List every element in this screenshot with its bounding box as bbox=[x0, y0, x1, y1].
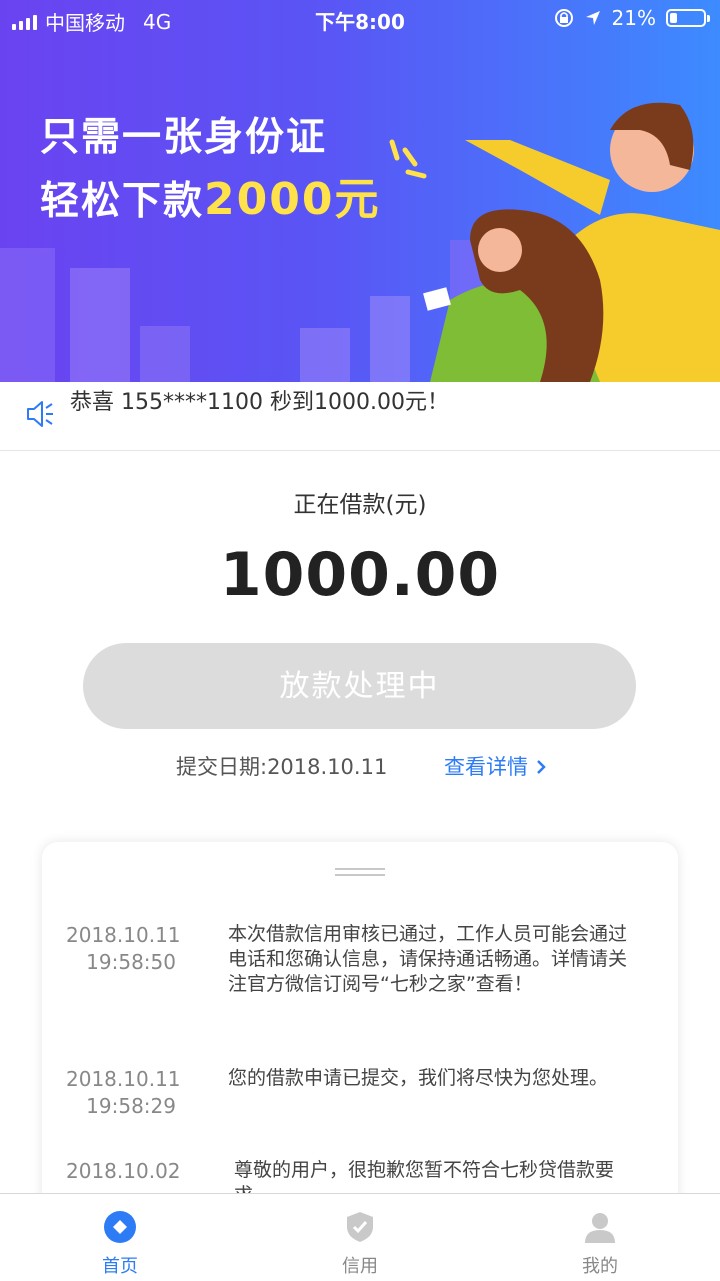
user-icon bbox=[585, 1213, 615, 1243]
tab-credit[interactable]: 信用 bbox=[240, 1194, 480, 1281]
timeline-date: 2018.10.11 19:58:50 bbox=[66, 922, 181, 976]
tab-profile[interactable]: 我的 bbox=[480, 1194, 720, 1281]
promo-banner[interactable]: 中国移动 4G 下午8:00 21% 只需一张身份证 轻松下款2000元 bbox=[0, 0, 720, 382]
timeline-date-time: 19:58:50 bbox=[86, 950, 176, 974]
speaker-icon bbox=[27, 401, 53, 427]
battery-icon bbox=[666, 9, 710, 27]
timeline-date-day: 2018.10.02 bbox=[66, 1159, 181, 1183]
timeline-date-day: 2018.10.11 bbox=[66, 1067, 181, 1091]
tab-profile-label: 我的 bbox=[582, 1256, 618, 1277]
banner-subheadline-text: 轻松下款 bbox=[40, 179, 205, 224]
progress-timeline[interactable]: 2018.10.11 19:58:50 本次借款信用审核已通过，工作人员可能会通… bbox=[42, 842, 678, 1242]
home-icon bbox=[104, 1211, 136, 1243]
tab-credit-label: 信用 bbox=[342, 1256, 378, 1277]
announcement-bar: 恭喜 155****1100 秒到1000.00元！ bbox=[0, 382, 720, 451]
battery-percent: 21% bbox=[611, 6, 656, 30]
timeline-date: 2018.10.11 19:58:29 bbox=[66, 1066, 181, 1120]
tab-home-label: 首页 bbox=[102, 1256, 138, 1277]
location-icon bbox=[585, 11, 600, 25]
submit-date: 提交日期:2018.10.11 bbox=[176, 755, 388, 779]
banner-subheadline: 轻松下款2000元 bbox=[40, 163, 380, 227]
timeline-message: 本次借款信用审核已通过，工作人员可能会通过电话和您确认信息，请保持通话畅通。详情… bbox=[228, 923, 628, 995]
timeline-date-time: 19:58:29 bbox=[86, 1094, 176, 1118]
loan-label: 正在借款(元) bbox=[293, 492, 427, 518]
banner-headline: 只需一张身份证 bbox=[40, 115, 328, 160]
view-details-link[interactable]: 查看详情 bbox=[444, 751, 547, 781]
announcement-text: 恭喜 155****1100 秒到1000.00元！ bbox=[70, 390, 449, 415]
timeline-message: 您的借款申请已提交，我们将尽快为您处理。 bbox=[228, 1067, 609, 1089]
timeline-date: 2018.10.02 bbox=[66, 1158, 181, 1185]
shield-check-icon bbox=[347, 1212, 373, 1242]
view-details-label: 查看详情 bbox=[444, 755, 528, 779]
loan-amount: 1000.00 bbox=[219, 540, 501, 610]
orientation-lock-icon bbox=[554, 9, 573, 27]
status-bar: 中国移动 4G 下午8:00 21% bbox=[0, 0, 720, 40]
drag-handle[interactable] bbox=[335, 868, 385, 880]
banner-amount: 2000元 bbox=[204, 174, 381, 225]
chevron-right-icon bbox=[536, 760, 546, 774]
bottom-tab-bar: 首页 信用 我的 bbox=[0, 1193, 720, 1281]
timeline-date-day: 2018.10.11 bbox=[66, 923, 181, 947]
tab-home[interactable]: 首页 bbox=[0, 1194, 240, 1281]
disbursement-status-button[interactable]: 放款处理中 bbox=[83, 643, 636, 729]
